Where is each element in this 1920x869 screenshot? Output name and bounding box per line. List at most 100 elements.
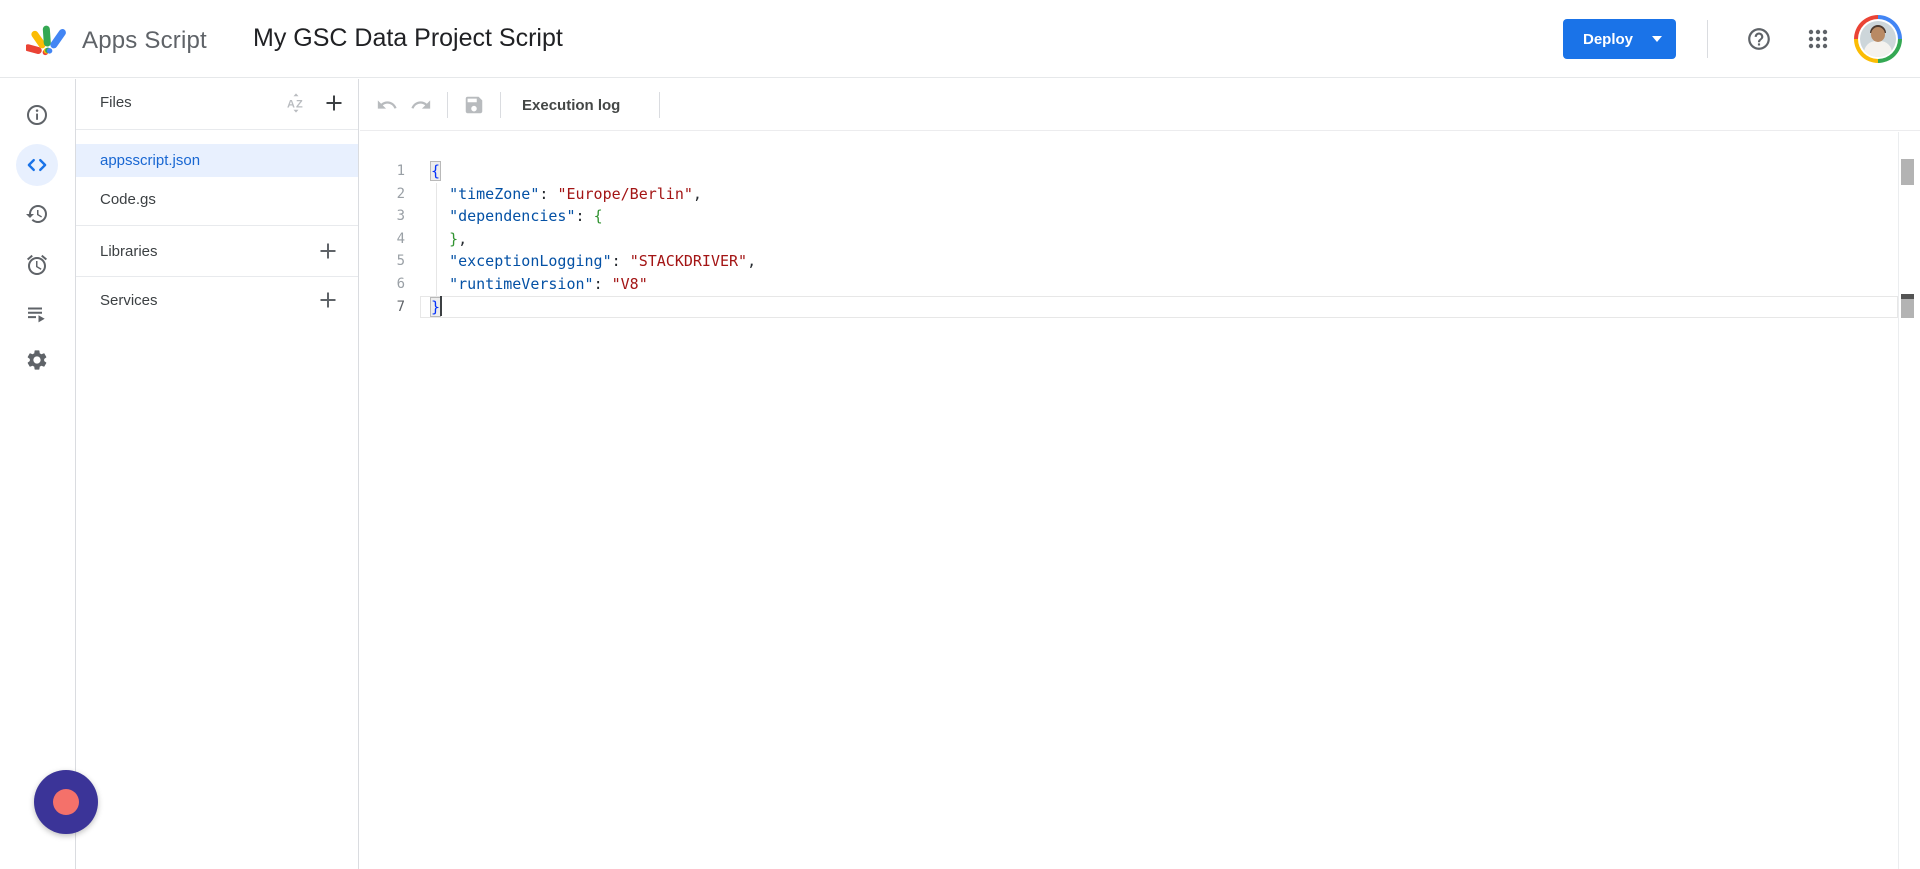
line-number: 1 bbox=[396, 163, 405, 179]
top-header: Apps Script My GSC Data Project Script D… bbox=[0, 0, 1920, 78]
indent-guide bbox=[436, 182, 437, 296]
code-token: : bbox=[575, 207, 594, 226]
avatar-ring-gap bbox=[1858, 19, 1898, 59]
libraries-section: Libraries bbox=[76, 227, 358, 275]
code-line[interactable]: "exceptionLogging": "STACKDRIVER", bbox=[420, 250, 1898, 273]
help-button[interactable] bbox=[1737, 17, 1781, 61]
alarm-clock-icon bbox=[27, 254, 47, 275]
text-cursor bbox=[440, 295, 443, 316]
deploy-button[interactable]: Deploy bbox=[1563, 19, 1676, 59]
code-line[interactable]: "timeZone": "Europe/Berlin", bbox=[420, 183, 1898, 206]
sidebar-item-project-history[interactable] bbox=[13, 190, 61, 238]
google-apps-button[interactable] bbox=[1796, 17, 1840, 61]
google-apps-grid-icon bbox=[1808, 29, 1828, 49]
code-token: { bbox=[593, 207, 603, 226]
deploy-button-label: Deploy bbox=[1583, 30, 1634, 48]
code-token: "timeZone" bbox=[449, 184, 540, 203]
product-name: Apps Script bbox=[82, 27, 207, 54]
file-name: appsscript.json bbox=[100, 152, 201, 169]
history-icon bbox=[26, 205, 47, 223]
code-token: "Europe/Berlin" bbox=[557, 184, 693, 203]
feedback-chat-button[interactable] bbox=[34, 770, 98, 834]
files-panel: Files A Z appsscript.json Code.gs Librar… bbox=[76, 79, 359, 869]
toolbar-divider bbox=[447, 92, 448, 118]
code-line[interactable]: "dependencies": { bbox=[420, 205, 1898, 228]
line-number: 4 bbox=[396, 230, 405, 247]
code-token: "dependencies" bbox=[449, 207, 576, 226]
add-service-icon bbox=[320, 292, 336, 308]
code-line[interactable]: } bbox=[420, 295, 1898, 319]
save-icon bbox=[465, 96, 483, 114]
line-number: 7 bbox=[396, 298, 405, 315]
code-token: "exceptionLogging" bbox=[449, 252, 612, 271]
sidebar-item-editor[interactable] bbox=[13, 141, 61, 189]
apps-script-home-link[interactable]: Apps Script bbox=[26, 19, 207, 63]
add-library-button[interactable] bbox=[308, 229, 348, 273]
code-editor[interactable]: 1 2 3 4 5 6 7 { "timeZone": "Europe/Berlin", "… bbox=[360, 132, 1920, 869]
header-divider bbox=[1707, 20, 1708, 58]
line-number: 3 bbox=[396, 208, 405, 225]
code-content[interactable]: { "timeZone": "Europe/Berlin", "dependen… bbox=[420, 132, 1898, 318]
apps-script-logo-icon bbox=[26, 25, 66, 56]
ruler-decoration-top bbox=[1901, 159, 1914, 185]
add-service-button[interactable] bbox=[308, 278, 348, 322]
divider bbox=[76, 225, 358, 226]
sidebar-item-overview[interactable] bbox=[13, 91, 61, 139]
save-button[interactable] bbox=[453, 83, 495, 127]
line-number: 5 bbox=[396, 253, 405, 270]
overview-ruler-scrollbar[interactable] bbox=[1899, 132, 1920, 869]
execution-log-button[interactable]: Execution log bbox=[522, 79, 620, 131]
sidebar-item-executions[interactable] bbox=[13, 290, 61, 338]
sidebar-item-project-settings[interactable] bbox=[13, 336, 61, 384]
code-token: : bbox=[539, 184, 558, 203]
toolbar-divider bbox=[659, 92, 660, 118]
file-row-code-gs[interactable]: Code.gs bbox=[76, 183, 358, 216]
libraries-label: Libraries bbox=[100, 242, 158, 260]
account-avatar[interactable] bbox=[1854, 15, 1902, 63]
services-section: Services bbox=[76, 276, 358, 324]
editor-toolbar: Execution log bbox=[360, 79, 1920, 131]
undo-icon bbox=[377, 100, 397, 109]
redo-icon bbox=[411, 100, 431, 109]
add-library-icon bbox=[320, 243, 336, 259]
file-row-appsscript-json[interactable]: appsscript.json bbox=[76, 144, 358, 177]
code-token: "STACKDRIVER" bbox=[629, 252, 748, 271]
code-token: "V8" bbox=[611, 274, 648, 293]
line-number: 6 bbox=[396, 275, 405, 292]
code-token: : bbox=[593, 274, 612, 293]
code-line[interactable]: }, bbox=[420, 228, 1898, 251]
code-token: , bbox=[458, 229, 468, 248]
add-file-icon bbox=[326, 95, 342, 111]
add-file-button[interactable] bbox=[314, 81, 354, 125]
code-line[interactable]: "runtimeVersion": "V8" bbox=[420, 273, 1898, 296]
redo-button[interactable] bbox=[400, 83, 442, 127]
sidebar-item-triggers[interactable] bbox=[13, 241, 61, 289]
left-nav-rail bbox=[0, 79, 76, 869]
feedback-chat-dot-icon bbox=[53, 789, 79, 815]
code-token: } bbox=[431, 297, 441, 316]
line-number: 2 bbox=[396, 185, 405, 202]
code-token: , bbox=[692, 184, 702, 203]
gear-icon bbox=[27, 350, 47, 370]
project-title[interactable]: My GSC Data Project Script bbox=[253, 24, 563, 53]
files-panel-header: Files A Z bbox=[76, 79, 358, 129]
svg-text:Z: Z bbox=[296, 99, 303, 111]
code-token: } bbox=[449, 229, 459, 248]
code-token: : bbox=[611, 252, 630, 271]
info-icon bbox=[27, 105, 47, 125]
avatar-photo bbox=[1860, 21, 1896, 57]
file-name: Code.gs bbox=[100, 191, 156, 208]
services-label: Services bbox=[100, 291, 158, 309]
code-icon bbox=[27, 158, 47, 172]
help-icon bbox=[1748, 28, 1770, 50]
code-line[interactable]: { bbox=[420, 160, 1898, 183]
code-token: "runtimeVersion" bbox=[449, 274, 594, 293]
svg-text:A: A bbox=[287, 99, 295, 111]
sort-files-button[interactable]: A Z bbox=[276, 81, 316, 125]
deploy-dropdown-caret-icon bbox=[1652, 36, 1662, 42]
code-token: , bbox=[747, 252, 757, 271]
